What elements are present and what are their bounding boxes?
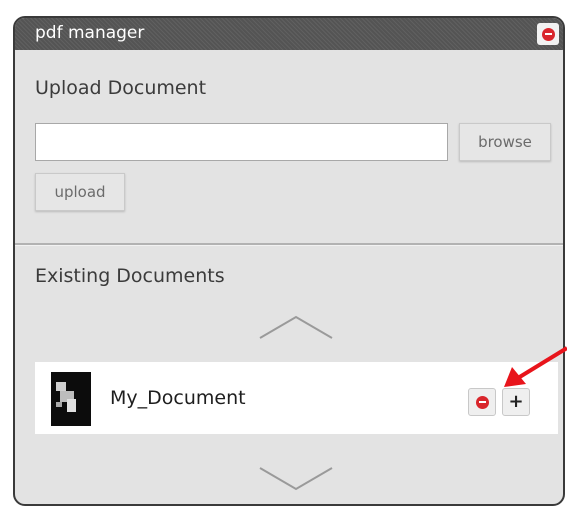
remove-document-button[interactable] — [468, 388, 496, 416]
minus-circle-icon — [541, 27, 555, 41]
minus-circle-icon — [475, 395, 489, 409]
upload-button[interactable]: upload — [35, 173, 125, 211]
pdf-thumbnail-icon — [51, 372, 91, 426]
upload-document-heading: Upload Document — [35, 77, 207, 99]
browse-button[interactable]: browse — [459, 123, 551, 161]
window-title: pdf manager — [35, 23, 145, 43]
add-document-button[interactable]: + — [502, 388, 530, 416]
chevron-up-icon[interactable] — [258, 314, 334, 340]
plus-icon: + — [508, 391, 524, 412]
annotation-arrow — [504, 346, 567, 387]
file-path-input[interactable] — [35, 123, 448, 161]
close-button[interactable] — [537, 23, 559, 45]
title-bar: pdf manager — [15, 18, 563, 50]
existing-documents-heading: Existing Documents — [35, 265, 225, 287]
document-list-item[interactable]: My_Document + — [35, 362, 558, 434]
pdf-manager-panel: pdf manager Upload Document browse uploa… — [13, 16, 565, 506]
section-divider — [15, 243, 563, 246]
chevron-down-icon[interactable] — [258, 466, 334, 492]
document-name: My_Document — [110, 387, 246, 409]
